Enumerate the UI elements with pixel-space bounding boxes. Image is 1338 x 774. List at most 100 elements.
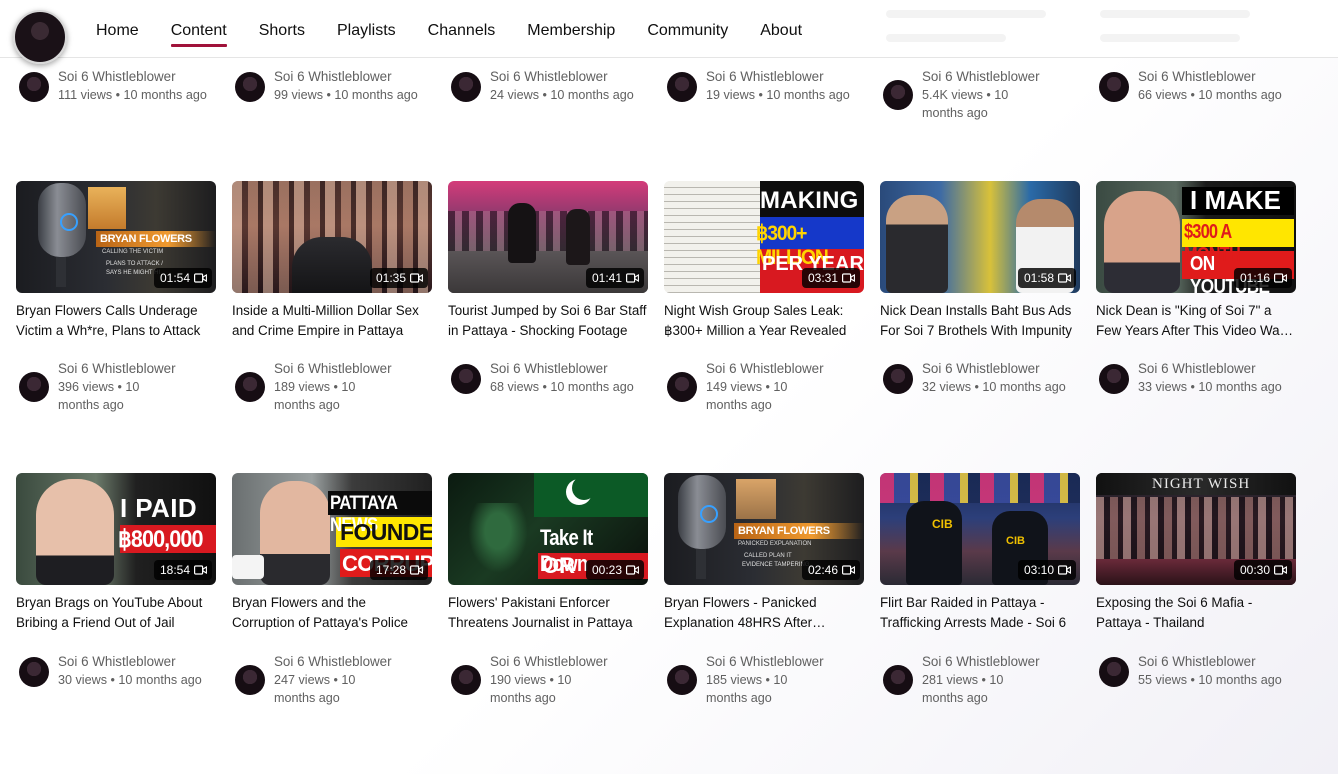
video-title[interactable]: Nick Dean is "King of Soi 7" a Few Years… (1096, 301, 1296, 341)
channel-name[interactable]: Soi 6 Whistleblower (922, 68, 1040, 86)
channel-name[interactable]: Soi 6 Whistleblower (274, 653, 392, 671)
channel-name[interactable]: Soi 6 Whistleblower (58, 68, 218, 86)
channel-name[interactable]: Soi 6 Whistleblower (1138, 68, 1298, 86)
flag-crescent-cut (572, 476, 596, 500)
channel-avatar-small[interactable] (1099, 657, 1129, 687)
channel-avatar-small[interactable] (667, 72, 697, 102)
channel-avatar-small[interactable] (667, 665, 697, 695)
video-thumbnail[interactable]: BRYAN FLOWERS PANICKED EXPLANATION CALLE… (664, 473, 864, 585)
video-stats: 66 views • 10 months ago (1138, 88, 1282, 102)
video-thumbnail[interactable]: Take It Down OR 00:23 (448, 473, 648, 585)
channel-avatar-small[interactable] (235, 372, 265, 402)
channel-avatar-small[interactable] (451, 665, 481, 695)
video-camera-icon (626, 273, 639, 283)
video-title[interactable]: Bryan Brags on YouTube About Bribing a F… (16, 593, 216, 633)
video-thumbnail[interactable]: 01:58 (880, 181, 1080, 293)
video-title[interactable]: Flirt Bar Raided in Pattaya - Traffickin… (880, 593, 1080, 633)
channel-avatar-small[interactable] (235, 665, 265, 695)
channel-avatar-small[interactable] (883, 665, 913, 695)
tab-channels[interactable]: Channels (412, 0, 512, 57)
video-stats: 111 views • 10 months ago (58, 88, 207, 102)
channel-avatar-small[interactable] (235, 72, 265, 102)
tab-content[interactable]: Content (155, 0, 243, 57)
duration-badge: 01:16 (1233, 268, 1292, 288)
video-meta: Soi 6 Whistleblower 32 views • 10 months … (880, 360, 1082, 396)
video-stats: 19 views • 10 months ago (706, 88, 850, 102)
duration-text: 03:10 (1023, 563, 1054, 577)
tab-membership[interactable]: Membership (511, 0, 631, 57)
channel-name[interactable]: Soi 6 Whistleblower (274, 68, 434, 86)
channel-avatar-small[interactable] (451, 72, 481, 102)
channel-avatar-small[interactable] (883, 364, 913, 394)
video-thumbnail[interactable]: 01:41 (448, 181, 648, 293)
thumbnail-text: I PAID (120, 493, 198, 523)
channel-avatar-small[interactable] (1099, 364, 1129, 394)
video-thumbnail[interactable]: 01:35 (232, 181, 432, 293)
channel-avatar-small[interactable] (667, 372, 697, 402)
video-stats: 32 views • 10 months ago (922, 380, 1066, 394)
duration-badge: 01:58 (1017, 268, 1076, 288)
video-thumbnail[interactable]: I PAID ฿800,000 18:54 (16, 473, 216, 585)
video-thumbnail[interactable]: MAKING ฿300+ MILLION PER YEAR 03:31 (664, 181, 864, 293)
microphone-light (700, 505, 718, 523)
thumbnail-text: BRYAN FLOWERS (738, 525, 830, 537)
channel-name[interactable]: Soi 6 Whistleblower (58, 653, 218, 671)
channel-name[interactable]: Soi 6 Whistleblower (490, 360, 650, 378)
duration-badge: 00:23 (585, 560, 644, 580)
channel-name[interactable]: Soi 6 Whistleblower (58, 360, 176, 378)
tab-community[interactable]: Community (631, 0, 744, 57)
tab-shorts[interactable]: Shorts (243, 0, 321, 57)
tab-playlists[interactable]: Playlists (321, 0, 412, 57)
channel-name[interactable]: Soi 6 Whistleblower (922, 360, 1082, 378)
video-thumbnail[interactable]: PATTAYA NEWS FOUNDER CORRUPT 17:28 (232, 473, 432, 585)
channel-name[interactable]: Soi 6 Whistleblower (706, 653, 824, 671)
shadow-figure (468, 503, 528, 573)
video-title[interactable]: Tourist Jumped by Soi 6 Bar Staff in Pat… (448, 301, 648, 341)
channel-avatar-small[interactable] (19, 372, 49, 402)
duration-badge: 17:28 (369, 560, 428, 580)
video-thumbnail[interactable]: CIB CIB 03:10 (880, 473, 1080, 585)
channel-avatar[interactable] (13, 10, 67, 64)
channel-name[interactable]: Soi 6 Whistleblower (1138, 360, 1298, 378)
channel-name[interactable]: Soi 6 Whistleblower (1138, 653, 1298, 671)
channel-avatar-small[interactable] (19, 72, 49, 102)
video-title[interactable]: Bryan Flowers and the Corruption of Patt… (232, 593, 432, 633)
video-title[interactable]: Nick Dean Installs Baht Bus Ads For Soi … (880, 301, 1080, 341)
duration-badge: 01:41 (585, 268, 644, 288)
channel-avatar-small[interactable] (451, 364, 481, 394)
channel-avatar-small[interactable] (19, 657, 49, 687)
figure-silhouette (566, 209, 590, 265)
video-title[interactable]: Inside a Multi-Million Dollar Sex and Cr… (232, 301, 432, 341)
tab-about[interactable]: About (744, 0, 818, 57)
video-card: NIGHT WISH 00:30 Exposing the Soi 6 Mafi… (1096, 473, 1296, 633)
video-meta: Soi 6 Whistleblower 185 views • 10 months… (664, 653, 824, 707)
man-face (1104, 191, 1180, 293)
video-card: I PAID ฿800,000 18:54 Bryan Brags on You… (16, 473, 216, 633)
video-stats: 99 views • 10 months ago (274, 88, 418, 102)
video-title[interactable]: Night Wish Group Sales Leak: ฿300+ Milli… (664, 301, 864, 341)
channel-name[interactable]: Soi 6 Whistleblower (490, 653, 608, 671)
video-card: BRYAN FLOWERS CALLING THE VICTIM PLANS T… (16, 181, 216, 341)
neon-signs (880, 473, 1080, 503)
video-camera-icon (842, 565, 855, 575)
video-title[interactable]: Bryan Flowers Calls Underage Victim a Wh… (16, 301, 216, 341)
duration-text: 01:16 (1239, 271, 1270, 285)
thumbnail-text: ฿800,000 (118, 526, 204, 553)
video-card: BRYAN FLOWERS PANICKED EXPLANATION CALLE… (664, 473, 864, 633)
video-title[interactable]: Flowers' Pakistani Enforcer Threatens Jo… (448, 593, 648, 633)
video-title[interactable]: Exposing the Soi 6 Mafia - Pattaya - Tha… (1096, 593, 1296, 633)
video-title[interactable]: Bryan Flowers - Panicked Explanation 48H… (664, 593, 864, 633)
channel-name[interactable]: Soi 6 Whistleblower (274, 360, 392, 378)
channel-avatar-small[interactable] (1099, 72, 1129, 102)
tab-home[interactable]: Home (80, 0, 155, 57)
video-thumbnail[interactable]: NIGHT WISH 00:30 (1096, 473, 1296, 585)
video-thumbnail[interactable]: I MAKE $300 A MONTH ON YOUTUBE 01:16 (1096, 181, 1296, 293)
channel-name[interactable]: Soi 6 Whistleblower (706, 68, 866, 86)
channel-name[interactable]: Soi 6 Whistleblower (706, 360, 824, 378)
channel-avatar-small[interactable] (883, 80, 913, 110)
video-card: 01:41 Tourist Jumped by Soi 6 Bar Staff … (448, 181, 648, 341)
video-thumbnail[interactable]: BRYAN FLOWERS CALLING THE VICTIM PLANS T… (16, 181, 216, 293)
channel-name[interactable]: Soi 6 Whistleblower (490, 68, 650, 86)
video-meta: Soi 6 Whistleblower 111 views • 10 months… (16, 68, 218, 104)
channel-name[interactable]: Soi 6 Whistleblower (922, 653, 1040, 671)
